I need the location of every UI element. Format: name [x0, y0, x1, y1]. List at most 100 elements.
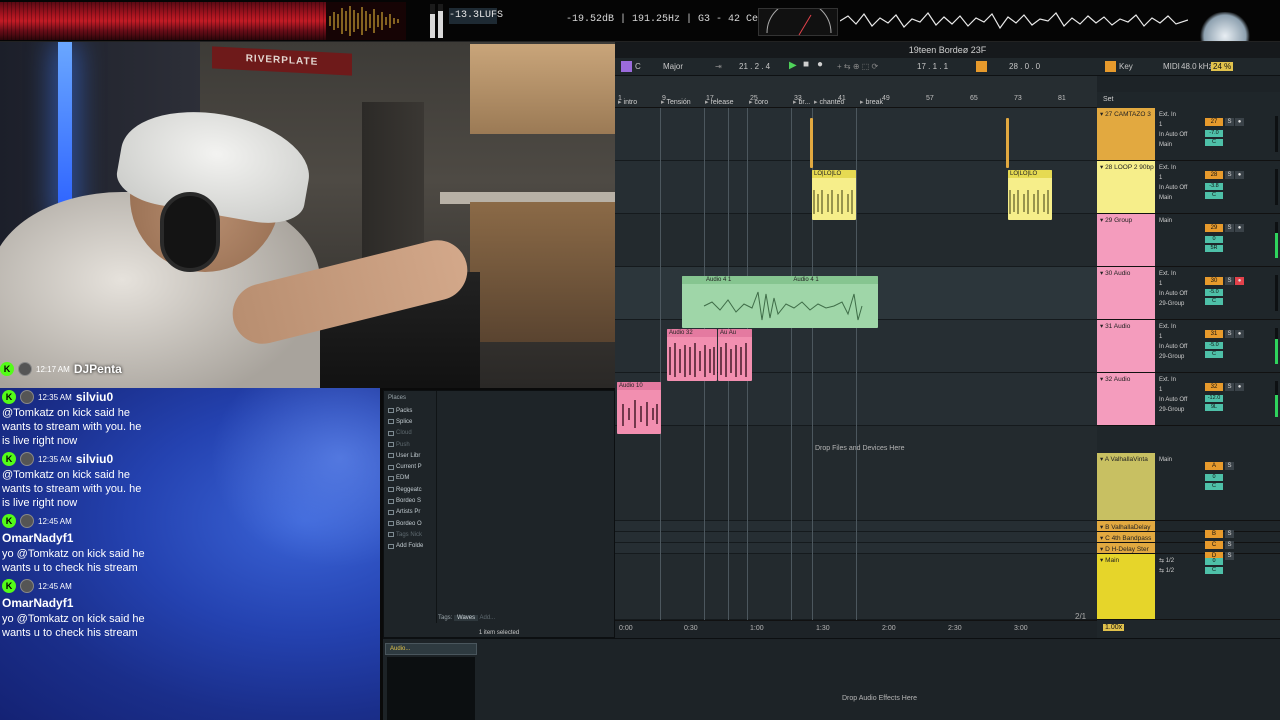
locator-marker[interactable]: release — [705, 98, 734, 106]
track-header[interactable]: ▾ 29 Group Main 29 S ● 0 5R — [1097, 214, 1280, 267]
solo-button[interactable]: S — [1225, 224, 1234, 232]
clip-camtazo-b[interactable] — [1006, 118, 1009, 168]
solo-button[interactable]: S — [1225, 277, 1234, 285]
arm-button[interactable]: ● — [1235, 118, 1244, 126]
io-setting[interactable]: In Auto Off — [1159, 289, 1201, 299]
track-name[interactable]: ▾ 29 Group — [1100, 216, 1132, 224]
track-name[interactable]: ▾ 28 LOOP 2 90bp — [1100, 163, 1154, 171]
track-activator[interactable]: 30 — [1205, 277, 1223, 285]
pan-value[interactable]: 5R — [1205, 245, 1223, 252]
io-setting[interactable]: 1 — [1159, 385, 1201, 395]
locator-marker[interactable]: coro — [749, 98, 769, 106]
io-setting[interactable]: Ext. In — [1159, 322, 1201, 332]
clip-loop-2[interactable]: LO|LO|LO — [812, 170, 856, 220]
automation-icons[interactable]: + ⇆ ⊕ ⬚ ⟳ — [837, 62, 878, 71]
arm-button[interactable]: ● — [1235, 330, 1244, 338]
places-item[interactable]: Add Folde — [388, 541, 436, 552]
pan-value[interactable]: C — [1205, 192, 1223, 199]
pan-value[interactable]: C — [1205, 351, 1223, 358]
track-name[interactable]: ▾ Main — [1100, 556, 1119, 564]
track-activator[interactable]: 27 — [1205, 118, 1223, 126]
track-header[interactable]: ▾ 32 Audio Ext. In 1 In Auto Off 29-Group 32 S… — [1097, 373, 1280, 426]
track-header[interactable]: ▾ 28 LOOP 2 90bp Ext. In 1 In Auto Off Main 2… — [1097, 161, 1280, 214]
track-name[interactable]: ▾ 30 Audio — [1100, 269, 1130, 277]
io-setting[interactable]: Main — [1159, 216, 1201, 226]
volume-value[interactable]: -3.8 — [1205, 183, 1223, 190]
io-setting[interactable]: In Auto Off — [1159, 183, 1201, 193]
return-track-header[interactable]: ▾ B ValhallaDelay B S — [1097, 521, 1280, 538]
io-setting[interactable]: 29-Group — [1159, 352, 1201, 362]
pan-value[interactable]: 9L — [1205, 404, 1223, 411]
places-item[interactable]: User Libr — [388, 450, 436, 461]
stop-icon[interactable]: ■ — [803, 59, 809, 70]
loop-length[interactable]: 28 . 0 . 0 — [1009, 62, 1040, 71]
pan-value[interactable]: C — [1205, 139, 1223, 146]
io-setting[interactable]: Ext. In — [1159, 110, 1201, 120]
chat-username[interactable]: silviu0 — [76, 452, 113, 466]
track-activator[interactable]: 29 — [1205, 224, 1223, 232]
arm-button[interactable]: ● — [1235, 383, 1244, 391]
io-setting[interactable]: ⇆ 1/2 — [1159, 556, 1201, 566]
track-name[interactable]: ▾ 31 Audio — [1100, 322, 1130, 330]
io-setting[interactable]: 1 — [1159, 173, 1201, 183]
io-setting[interactable]: In Auto Off — [1159, 342, 1201, 352]
locator-marker[interactable]: Tensión — [661, 98, 691, 106]
io-setting[interactable]: In Auto Off — [1159, 395, 1201, 405]
io-setting[interactable]: Ext. In — [1159, 375, 1201, 385]
record-icon[interactable]: ● — [817, 59, 823, 70]
solo-button[interactable]: S — [1225, 118, 1234, 126]
io-setting[interactable]: 29-Group — [1159, 299, 1201, 309]
track-header[interactable]: ▾ 30 Audio Ext. In 1 In Auto Off 29-Group 30 S… — [1097, 267, 1280, 320]
io-setting[interactable]: Main — [1159, 455, 1201, 465]
volume-value[interactable]: -7.0 — [1205, 130, 1223, 137]
places-item[interactable]: Packs — [388, 405, 436, 416]
track-activator[interactable]: A — [1205, 462, 1223, 470]
chat-username[interactable]: OmarNadyf1 — [2, 595, 377, 612]
set-label[interactable]: Set — [1103, 96, 1114, 103]
track-activator[interactable]: 28 — [1205, 171, 1223, 179]
pan-value[interactable]: C — [1205, 298, 1223, 305]
arrangement-ruler[interactable]: 19172533414957657381introTensiónreleasec… — [615, 76, 1097, 108]
clip-audio-32[interactable]: Audio 32 — [667, 329, 717, 381]
arm-button[interactable]: ● — [1235, 277, 1244, 285]
io-setting[interactable]: Main — [1159, 140, 1201, 150]
song-position[interactable]: 21 . 2 . 4 — [739, 62, 770, 71]
return-track-header[interactable]: ▾ A ValhallaVinta Main A S 0 C — [1097, 453, 1280, 521]
places-item[interactable]: EDM — [388, 473, 436, 484]
track-header[interactable]: ▾ 31 Audio Ext. In 1 In Auto Off 29-Group 31 S… — [1097, 320, 1280, 373]
clip-audio-4[interactable]: Audio 4 1 Audio 4 1 — [682, 276, 878, 328]
chat-username[interactable]: silviu0 — [76, 390, 113, 404]
key-map-icon[interactable] — [1105, 61, 1116, 72]
track-name[interactable]: ▾ A ValhallaVinta — [1100, 455, 1148, 463]
io-setting[interactable]: Main — [1159, 193, 1201, 203]
clip-loop-2b[interactable]: LO|LO|LO — [1008, 170, 1052, 220]
io-setting[interactable]: 1 — [1159, 120, 1201, 130]
time-ruler[interactable]: 0:00 0:30 1:00 1:30 2:00 2:30 3:00 — [615, 620, 1097, 638]
solo-button[interactable]: S — [1225, 330, 1234, 338]
volume-value[interactable]: 0 — [1205, 558, 1223, 565]
places-item[interactable]: Cloud — [388, 428, 436, 439]
places-item[interactable]: Splice — [388, 416, 436, 427]
volume-value[interactable]: -12.0 — [1205, 395, 1223, 402]
tag-add[interactable]: Add... — [479, 615, 495, 621]
drop-effects-hint[interactable]: Drop Audio Effects Here — [842, 695, 917, 702]
arm-button[interactable]: ● — [1235, 224, 1244, 232]
locator-marker[interactable]: intro — [618, 98, 638, 106]
chat-username[interactable]: OmarNadyf1 — [2, 530, 377, 547]
track-name[interactable]: ▾ C 4th Bandpass — [1100, 534, 1151, 542]
places-item[interactable]: Bordeo S — [388, 495, 436, 506]
midi-map-label[interactable]: MIDI — [1163, 62, 1180, 71]
follow-icon[interactable]: ⇥ — [715, 62, 722, 71]
scale-select[interactable]: Major — [663, 62, 683, 71]
scale-mode-icon[interactable] — [621, 61, 632, 72]
locator-marker[interactable]: chanteo — [814, 98, 845, 106]
loop-start[interactable]: 17 . 1 . 1 — [917, 62, 948, 71]
pan-value[interactable]: C — [1205, 567, 1223, 574]
play-icon[interactable]: ▶ — [789, 60, 797, 71]
track-activator[interactable]: 32 — [1205, 383, 1223, 391]
key-select[interactable]: C — [635, 62, 641, 71]
return-track-header[interactable]: ▾ D H-Delay Ster D S — [1097, 543, 1280, 560]
io-setting[interactable]: ⇆ 1/2 — [1159, 566, 1201, 576]
io-setting[interactable]: 29-Group — [1159, 405, 1201, 415]
zoom-value[interactable]: 1.00x — [1103, 624, 1125, 631]
